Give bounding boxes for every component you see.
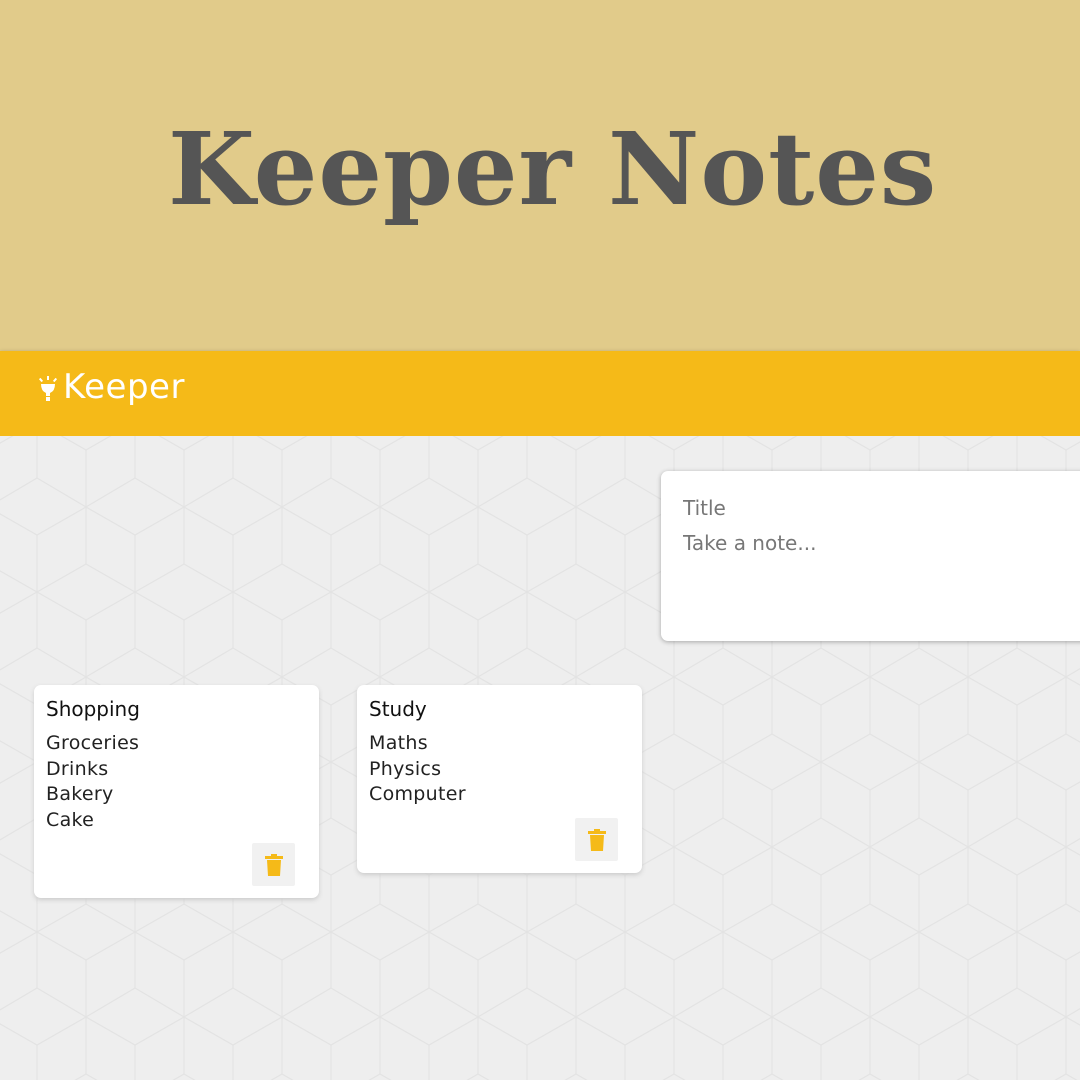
trash-icon bbox=[264, 853, 283, 876]
note-card: Shopping Groceries Drinks Bakery Cake bbox=[34, 685, 319, 898]
note-line: Maths bbox=[369, 732, 428, 754]
note-line: Physics bbox=[369, 757, 442, 780]
note-title-input[interactable] bbox=[683, 493, 1063, 523]
note-title: Shopping bbox=[46, 697, 140, 721]
hero-title: Keeper Notes bbox=[168, 110, 938, 228]
note-line: Groceries bbox=[46, 732, 140, 754]
note-line: Cake bbox=[46, 808, 95, 831]
note-content: Groceries Drinks Bakery Cake bbox=[46, 731, 139, 833]
trash-icon bbox=[587, 828, 606, 851]
hero-banner: Keeper Notes bbox=[0, 0, 1080, 351]
note-content: Maths Physics Computer bbox=[369, 731, 466, 808]
note-title: Study bbox=[369, 697, 427, 721]
note-line: Computer bbox=[369, 783, 466, 805]
note-card: Study Maths Physics Computer bbox=[357, 685, 642, 873]
create-note-form bbox=[661, 471, 1080, 641]
delete-note-button[interactable] bbox=[575, 818, 618, 861]
delete-note-button[interactable] bbox=[252, 843, 295, 886]
note-line: Drinks bbox=[46, 757, 109, 780]
note-content-input[interactable] bbox=[683, 531, 1063, 621]
note-line: Bakery bbox=[46, 783, 114, 805]
brand-name: Keeper bbox=[63, 367, 185, 407]
lightbulb-icon bbox=[38, 376, 58, 401]
